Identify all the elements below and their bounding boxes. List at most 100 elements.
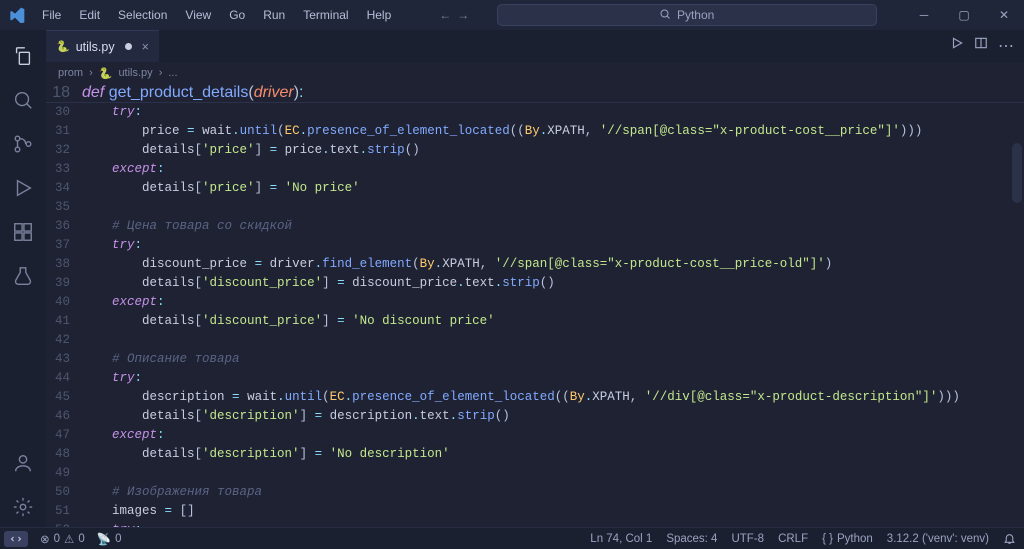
run-debug-icon[interactable]	[0, 168, 46, 208]
menu-help[interactable]: Help	[359, 4, 400, 26]
run-file-icon[interactable]	[950, 36, 964, 56]
menu-run[interactable]: Run	[255, 4, 293, 26]
code-line[interactable]: 38 discount_price = driver.find_element(…	[46, 255, 1024, 274]
line-number: 46	[46, 407, 82, 426]
line-number: 42	[46, 331, 82, 350]
close-window-button[interactable]: ✕	[984, 0, 1024, 30]
code-line[interactable]: 48 details['description'] = 'No descript…	[46, 445, 1024, 464]
tab-utils-py[interactable]: 🐍 utils.py ×	[46, 30, 159, 62]
breadcrumb-more[interactable]: ...	[168, 67, 177, 79]
status-python-env[interactable]: 3.12.2 ('venv': venv)	[887, 532, 989, 545]
minimize-button[interactable]: ─	[904, 0, 944, 30]
line-number: 45	[46, 388, 82, 407]
search-sidebar-icon[interactable]	[0, 80, 46, 120]
code-line[interactable]: 51 images = []	[46, 502, 1024, 521]
code-line[interactable]: 31 price = wait.until(EC.presence_of_ele…	[46, 122, 1024, 141]
line-number: 43	[46, 350, 82, 369]
code-line[interactable]: 36 # Цена товара со скидкой	[46, 217, 1024, 236]
status-encoding[interactable]: UTF-8	[731, 532, 764, 545]
status-language[interactable]: { } Python	[822, 532, 873, 545]
tab-close-icon[interactable]: ×	[142, 40, 149, 54]
code-line[interactable]: 30 try:	[46, 103, 1024, 122]
command-center[interactable]: Python	[497, 4, 877, 26]
status-bar: ⊗0 ⚠0 📡0 Ln 74, Col 1 Spaces: 4 UTF-8 CR…	[0, 527, 1024, 549]
code-line[interactable]: 49	[46, 464, 1024, 483]
menu-edit[interactable]: Edit	[71, 4, 108, 26]
code-content: try:	[82, 236, 142, 255]
code-line[interactable]: 52 try:	[46, 521, 1024, 527]
line-number: 39	[46, 274, 82, 293]
code-line[interactable]: 40 except:	[46, 293, 1024, 312]
code-content: details['discount_price'] = 'No discount…	[82, 312, 495, 331]
extensions-icon[interactable]	[0, 212, 46, 252]
title-bar: File Edit Selection View Go Run Terminal…	[0, 0, 1024, 30]
status-problems[interactable]: ⊗0 ⚠0	[40, 532, 85, 546]
code-sticky: def get_product_details(driver):	[82, 84, 303, 102]
code-line[interactable]: 50 # Изображения товара	[46, 483, 1024, 502]
status-lncol[interactable]: Ln 74, Col 1	[590, 532, 652, 545]
vscode-logo-icon	[0, 7, 34, 23]
breadcrumb-file[interactable]: utils.py	[118, 67, 152, 79]
breadcrumb-folder[interactable]: prom	[58, 67, 83, 79]
status-spaces[interactable]: Spaces: 4	[666, 532, 717, 545]
menu-terminal[interactable]: Terminal	[295, 4, 356, 26]
menu-selection[interactable]: Selection	[110, 4, 175, 26]
code-content: details['description'] = 'No description…	[82, 445, 450, 464]
nav-forward-icon[interactable]: →	[457, 8, 469, 22]
code-line[interactable]: 34 details['price'] = 'No price'	[46, 179, 1024, 198]
code-line[interactable]: 32 details['price'] = price.text.strip()	[46, 141, 1024, 160]
code-line[interactable]: 42	[46, 331, 1024, 350]
code-content: try:	[82, 521, 142, 527]
code-line[interactable]: 37 try:	[46, 236, 1024, 255]
menu-view[interactable]: View	[177, 4, 219, 26]
nav-back-icon[interactable]: ←	[439, 8, 451, 22]
settings-gear-icon[interactable]	[0, 487, 46, 527]
code-content: price = wait.until(EC.presence_of_elemen…	[82, 122, 922, 141]
sticky-scroll[interactable]: 18 def get_product_details(driver):	[46, 84, 1024, 103]
code-content: except:	[82, 426, 165, 445]
scrollbar-thumb[interactable]	[1012, 143, 1022, 203]
accounts-icon[interactable]	[0, 443, 46, 483]
maximize-button[interactable]: ▢	[944, 0, 984, 30]
code-line[interactable]: 43 # Описание товара	[46, 350, 1024, 369]
tabs-row: 🐍 utils.py × ⋯	[46, 30, 1024, 62]
radio-icon: 📡	[97, 532, 111, 546]
explorer-icon[interactable]	[0, 36, 46, 76]
testing-icon[interactable]	[0, 256, 46, 296]
line-number: 50	[46, 483, 82, 502]
code-line[interactable]: 33 except:	[46, 160, 1024, 179]
code-content: images = []	[82, 502, 195, 521]
line-number: 34	[46, 179, 82, 198]
status-notifications-icon[interactable]	[1003, 532, 1016, 545]
code-line[interactable]: 41 details['discount_price'] = 'No disco…	[46, 312, 1024, 331]
code-line[interactable]: 45 description = wait.until(EC.presence_…	[46, 388, 1024, 407]
code-line[interactable]: 35	[46, 198, 1024, 217]
source-control-icon[interactable]	[0, 124, 46, 164]
code-content: details['price'] = price.text.strip()	[82, 141, 420, 160]
chevron-right-icon: ›	[89, 67, 93, 79]
activity-bar	[0, 30, 46, 527]
code-line[interactable]: 44 try:	[46, 369, 1024, 388]
status-ports[interactable]: 📡0	[97, 532, 122, 546]
breadcrumbs[interactable]: prom › 🐍 utils.py › ...	[46, 62, 1024, 84]
menu-go[interactable]: Go	[221, 4, 253, 26]
code-content: try:	[82, 103, 142, 122]
line-number: 36	[46, 217, 82, 236]
line-number: 49	[46, 464, 82, 483]
code-line[interactable]: 47 except:	[46, 426, 1024, 445]
code-line[interactable]: 46 details['description'] = description.…	[46, 407, 1024, 426]
code-content: # Изображения товара	[82, 483, 262, 502]
status-eol[interactable]: CRLF	[778, 532, 808, 545]
code-content: details['discount_price'] = discount_pri…	[82, 274, 555, 293]
more-actions-icon[interactable]: ⋯	[998, 36, 1014, 56]
braces-icon: { }	[822, 533, 833, 545]
nav-arrows: ← →	[439, 8, 469, 22]
split-editor-icon[interactable]	[974, 36, 988, 56]
code-line[interactable]: 39 details['discount_price'] = discount_…	[46, 274, 1024, 293]
line-number: 18	[46, 84, 82, 102]
remote-indicator[interactable]	[4, 531, 28, 547]
menu-file[interactable]: File	[34, 4, 69, 26]
code-content: discount_price = driver.find_element(By.…	[82, 255, 832, 274]
line-number: 31	[46, 122, 82, 141]
code-editor[interactable]: 30 try:31 price = wait.until(EC.presence…	[46, 103, 1024, 527]
